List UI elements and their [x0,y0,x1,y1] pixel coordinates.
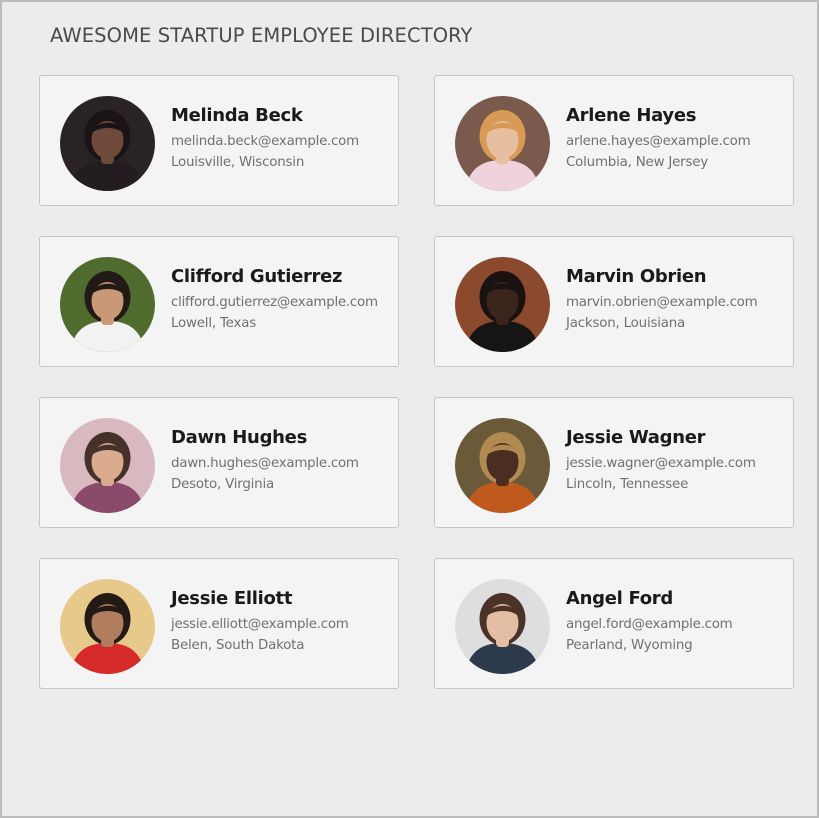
avatar [60,579,155,674]
employee-card[interactable]: Arlene Hayes arlene.hayes@example.com Co… [434,75,794,206]
employee-email: clifford.gutierrez@example.com [171,295,378,310]
employee-location: Belen, South Dakota [171,638,305,653]
employee-card[interactable]: Jessie Elliott jessie.elliott@example.co… [39,558,399,689]
employee-info: Marvin Obrien marvin.obrien@example.com … [566,266,788,331]
avatar [60,418,155,513]
page-title: AWESOME STARTUP EMPLOYEE DIRECTORY [50,24,473,47]
employee-email: dawn.hughes@example.com [171,456,359,471]
employee-card[interactable]: Dawn Hughes dawn.hughes@example.com Deso… [39,397,399,528]
avatar [60,257,155,352]
employee-email: marvin.obrien@example.com [566,295,758,310]
employee-info: Jessie Elliott jessie.elliott@example.co… [171,588,393,653]
employee-email: arlene.hayes@example.com [566,134,751,149]
employee-name: Angel Ford [566,588,673,609]
employee-location: Lowell, Texas [171,316,256,331]
employee-info: Clifford Gutierrez clifford.gutierrez@ex… [171,266,393,331]
employee-name: Arlene Hayes [566,105,697,126]
employee-location: Louisville, Wisconsin [171,155,305,170]
avatar [60,96,155,191]
avatar [455,418,550,513]
employee-name: Melinda Beck [171,105,303,126]
employee-card[interactable]: Clifford Gutierrez clifford.gutierrez@ex… [39,236,399,367]
employee-email: angel.ford@example.com [566,617,733,632]
employee-info: Jessie Wagner jessie.wagner@example.com … [566,427,788,492]
avatar [455,579,550,674]
employee-name: Dawn Hughes [171,427,307,448]
employee-location: Jackson, Louisiana [566,316,686,331]
employee-location: Pearland, Wyoming [566,638,693,653]
avatar [455,257,550,352]
employee-card[interactable]: Angel Ford angel.ford@example.com Pearla… [434,558,794,689]
employee-card[interactable]: Jessie Wagner jessie.wagner@example.com … [434,397,794,528]
employee-name: Clifford Gutierrez [171,266,343,287]
employee-info: Angel Ford angel.ford@example.com Pearla… [566,588,788,653]
employee-info: Dawn Hughes dawn.hughes@example.com Deso… [171,427,393,492]
employee-location: Columbia, New Jersey [566,155,709,170]
employee-grid: Melinda Beck melinda.beck@example.com Lo… [39,75,795,689]
employee-location: Desoto, Virginia [171,477,274,492]
employee-name: Jessie Elliott [171,588,293,609]
employee-info: Arlene Hayes arlene.hayes@example.com Co… [566,105,788,170]
employee-email: jessie.wagner@example.com [566,456,756,471]
employee-location: Lincoln, Tennessee [566,477,689,492]
app-frame: AWESOME STARTUP EMPLOYEE DIRECTORY Melin… [0,0,819,818]
employee-email: melinda.beck@example.com [171,134,359,149]
employee-card[interactable]: Marvin Obrien marvin.obrien@example.com … [434,236,794,367]
employee-name: Jessie Wagner [566,427,706,448]
employee-email: jessie.elliott@example.com [171,617,349,632]
avatar [455,96,550,191]
employee-name: Marvin Obrien [566,266,707,287]
employee-info: Melinda Beck melinda.beck@example.com Lo… [171,105,393,170]
employee-card[interactable]: Melinda Beck melinda.beck@example.com Lo… [39,75,399,206]
